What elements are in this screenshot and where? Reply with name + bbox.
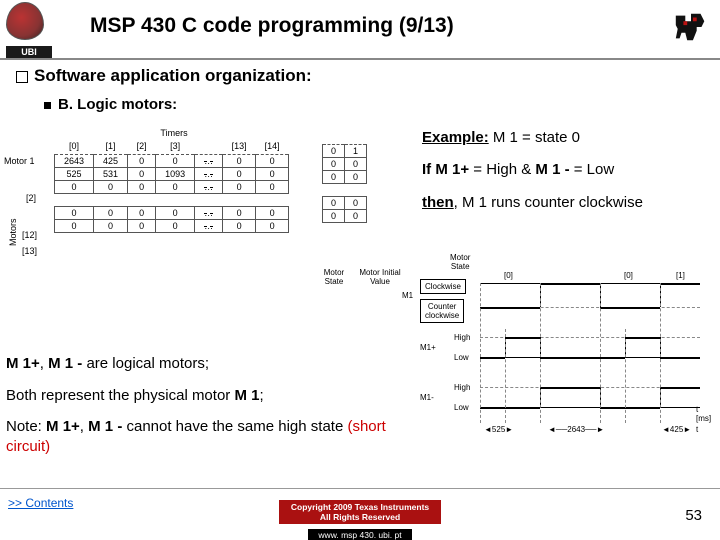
table-caption: Timers	[54, 128, 294, 138]
ti-logo	[672, 8, 710, 46]
example-text: Example: M 1 = state 0 If M 1+ = High & …	[422, 128, 714, 225]
ubi-logo	[6, 2, 50, 46]
footer: >> Contents Copyright 2009 Texas Instrum…	[0, 488, 720, 540]
page-number: 53	[685, 507, 702, 524]
data-table-area: Timers Motors Motor 1 [2] [12] [13] [0][…	[4, 128, 414, 140]
heading-1: Software application organization:	[16, 66, 720, 86]
motors-axis-label: Motors	[8, 218, 18, 246]
heading-2-text: B. Logic motors:	[58, 96, 177, 113]
slide-title: MSP 430 C code programming (9/13)	[90, 14, 454, 38]
state-table: 01 00 00 00 00	[322, 140, 367, 223]
small-caption-b: Motor Initial Value	[350, 268, 410, 286]
row-lbl-2: [2]	[26, 193, 36, 203]
row-lbl-4: [12]	[22, 230, 37, 240]
timer-table: [0][1][2][3][13][14] 264342500…00 525531…	[54, 140, 289, 233]
row-lbl-5: [13]	[22, 246, 37, 256]
ubi-label: UBI	[6, 46, 52, 58]
footer-url: www. msp 430. ubi. pt	[308, 529, 411, 540]
slide-header: UBI MSP 430 C code programming (9/13)	[0, 0, 720, 60]
heading-1-text: Software application organization:	[34, 66, 312, 85]
copyright-block: Copyright 2009 Texas InstrumentsAll Righ…	[0, 500, 720, 540]
small-caption-a: Motor State	[314, 268, 354, 286]
timing-diagram: Motor State Clockwise Counter clockwise …	[410, 265, 710, 455]
motor1-label: Motor 1	[4, 156, 35, 166]
lower-text: M 1+, M 1 - are logical motors; Both rep…	[6, 354, 406, 468]
heading-2: B. Logic motors:	[44, 96, 720, 113]
